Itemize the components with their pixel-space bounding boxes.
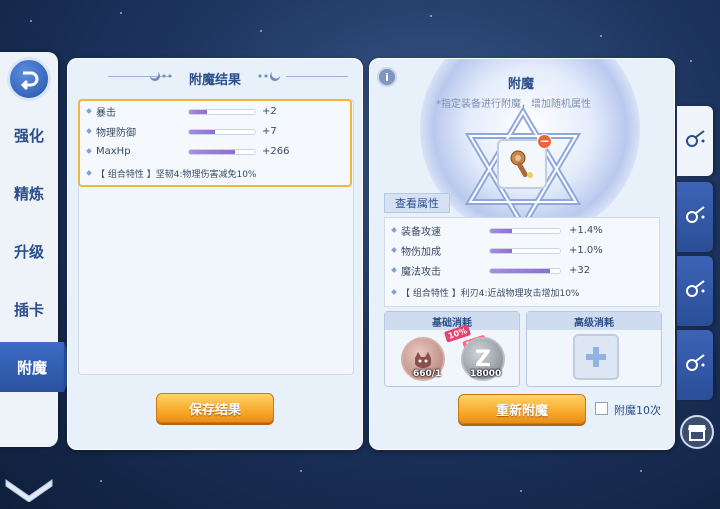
- attr-bar: [489, 248, 561, 254]
- enchant-panel: i 附魔 *指定装备进行附魔，增加随机属性 − 查看属性 装备攻速 +1.4% …: [369, 58, 675, 450]
- bullet-icon: [391, 267, 397, 273]
- attr-value: +2: [262, 106, 277, 117]
- attr-value: +7: [262, 126, 277, 137]
- back-arrow-icon: [20, 71, 39, 91]
- plus-icon: [586, 347, 606, 367]
- panel-subtitle: *指定装备进行附魔，增加随机属性: [436, 99, 591, 110]
- bullet-icon: [86, 128, 92, 134]
- moon-deco-icon: [150, 72, 172, 81]
- attr-name: 物伤加成: [401, 247, 441, 258]
- attr-bar: [489, 268, 561, 274]
- panel-title: 附魔: [508, 77, 535, 92]
- result-list: 暴击 +2 物理防御 +7 MaxHp +266 【 组合特性 】坚韧4:物理伤…: [78, 99, 354, 375]
- attr-bar: [188, 149, 256, 155]
- attr-row: 物理防御 +7: [80, 123, 350, 140]
- bullet-icon: [391, 227, 397, 233]
- back-button[interactable]: [7, 57, 51, 101]
- enchant-10-label: 附魔10次: [614, 404, 661, 417]
- nav-item-strengthen[interactable]: 强化: [0, 110, 58, 160]
- nav-label: 升级: [13, 242, 44, 261]
- advanced-cost-title: 高级消耗: [527, 312, 661, 330]
- attr-name: 装备攻速: [401, 227, 441, 238]
- tab-enchant-1[interactable]: [677, 106, 713, 176]
- bullet-icon: [391, 289, 397, 295]
- attr-bar: [188, 109, 256, 115]
- attr-name: MaxHp: [96, 146, 131, 157]
- nav-item-refine[interactable]: 精炼: [0, 168, 58, 218]
- nav-item-enchant[interactable]: 附魔: [0, 342, 74, 392]
- enchant-material-icon[interactable]: 660/1: [401, 337, 445, 381]
- enchant-wand-icon: [686, 130, 705, 147]
- basic-cost-box: 基础消耗 660/1 10% SALE Z 18000: [384, 311, 520, 387]
- attr-bar: [188, 129, 256, 135]
- nav-label: 附魔: [16, 358, 47, 377]
- attr-row: MaxHp +266: [80, 143, 350, 160]
- remove-equipment-button[interactable]: −: [537, 134, 552, 149]
- enchant-wand-icon: [686, 280, 705, 297]
- view-attributes-button[interactable]: 查看属性: [384, 193, 450, 213]
- enchant-wand-icon: [686, 206, 705, 223]
- basic-cost-title: 基础消耗: [385, 312, 519, 330]
- attr-bar: [489, 228, 561, 234]
- bullet-icon: [86, 170, 92, 176]
- enchant-wand-icon: [686, 354, 705, 371]
- combo-text: 【 组合特性 】坚韧4:物理伤害减免10%: [96, 170, 257, 180]
- reenchant-button[interactable]: 重新附魔: [458, 394, 586, 424]
- combo-row: 【 组合特性 】利刃4:近战物理攻击增加10%: [385, 284, 659, 301]
- cost-count: 18000: [470, 369, 502, 379]
- tab-enchant-4[interactable]: [677, 330, 713, 400]
- bullet-icon: [391, 247, 397, 253]
- tab-enchant-2[interactable]: [677, 182, 713, 252]
- advanced-cost-box: 高级消耗: [526, 311, 662, 387]
- attr-name: 魔法攻击: [401, 267, 441, 278]
- attr-row: 魔法攻击 +32: [385, 262, 659, 279]
- zeny-coin-icon[interactable]: Z 18000: [461, 337, 505, 381]
- result-attr-box[interactable]: 暴击 +2 物理防御 +7 MaxHp +266 【 组合特性 】坚韧4:物理伤…: [78, 99, 352, 187]
- shop-icon: [688, 425, 706, 441]
- equipment-slot[interactable]: −: [497, 134, 552, 189]
- left-nav: 强化 精炼 升级 插卡 附魔: [0, 52, 74, 502]
- attr-name: 暴击: [96, 108, 116, 119]
- nav-item-card[interactable]: 插卡: [0, 284, 58, 334]
- attr-value: +32: [569, 265, 591, 276]
- panel-title: 附魔结果: [189, 73, 242, 88]
- info-icon[interactable]: i: [377, 67, 397, 87]
- scroll-down-icon[interactable]: [4, 472, 54, 502]
- enchant-result-panel: 附魔结果 暴击 +2 物理防御 +7 MaxHp +266 【 组合特性 】坚韧…: [67, 58, 363, 450]
- tab-enchant-3[interactable]: [677, 256, 713, 326]
- nav-label: 插卡: [13, 300, 44, 319]
- attr-value: +1.4%: [569, 225, 603, 236]
- combo-text: 【 组合特性 】利刃4:近战物理攻击增加10%: [401, 289, 580, 299]
- current-attr-box: 装备攻速 +1.4% 物伤加成 +1.0% 魔法攻击 +32 【 组合特性 】利…: [384, 217, 660, 307]
- bullet-icon: [86, 148, 92, 154]
- cost-count: 660/1: [413, 369, 442, 379]
- moon-deco-icon: [258, 72, 280, 81]
- combo-row: 【 组合特性 】坚韧4:物理伤害减免10%: [80, 165, 350, 182]
- attr-row: 暴击 +2: [80, 103, 350, 120]
- attr-row: 装备攻速 +1.4%: [385, 222, 659, 239]
- bullet-icon: [86, 108, 92, 114]
- equipment-item-icon: [510, 150, 533, 178]
- nav-item-upgrade[interactable]: 升级: [0, 226, 58, 276]
- attr-row: 物伤加成 +1.0%: [385, 242, 659, 259]
- nav-label: 精炼: [13, 184, 44, 203]
- add-material-button[interactable]: [573, 334, 619, 380]
- shop-button[interactable]: [680, 415, 714, 449]
- title-divider: [286, 76, 348, 77]
- attr-value: +266: [262, 146, 290, 157]
- enchant-10-checkbox[interactable]: [595, 402, 608, 415]
- attr-name: 物理防御: [96, 128, 136, 139]
- nav-label: 强化: [13, 126, 44, 145]
- save-result-button[interactable]: 保存结果: [156, 393, 274, 423]
- attr-value: +1.0%: [569, 245, 603, 256]
